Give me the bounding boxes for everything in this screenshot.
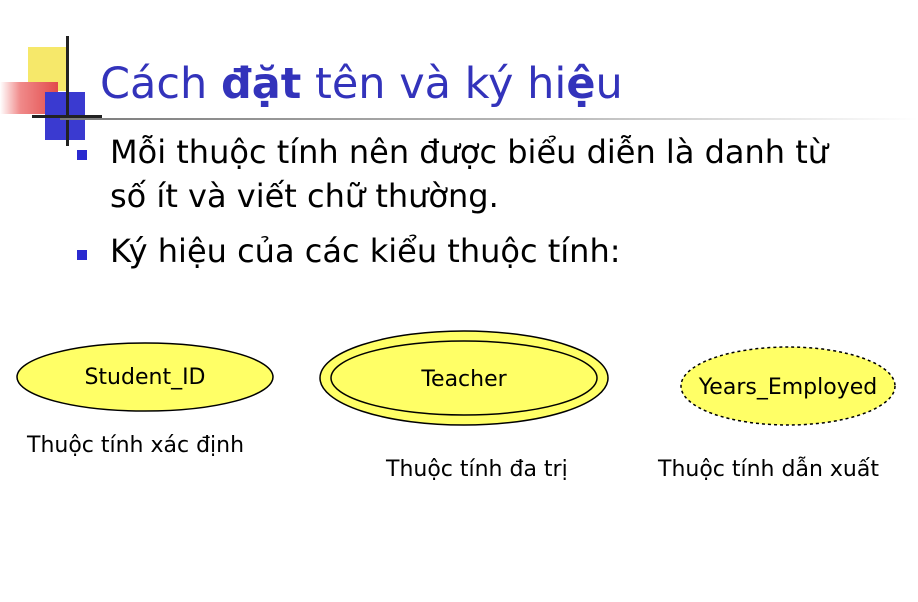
multivalued-attribute-shape: Teacher (319, 330, 609, 426)
multivalued-attribute-label: Teacher (420, 367, 507, 392)
derived-attribute-caption: Thuộc tính dẫn xuất (658, 457, 879, 482)
multivalued-attribute-caption: Thuộc tính đa trị (386, 457, 568, 482)
slide: Cách đặt tên và ký hiệu Mỗi thuộc tính n… (0, 0, 918, 602)
key-attribute-caption: Thuộc tính xác định (27, 433, 245, 458)
attribute-notation-diagram: Student_ID Teacher Years_Employed (16, 330, 896, 426)
derived-attribute-shape: Years_Employed (680, 346, 896, 426)
key-attribute-label: Student_ID (84, 365, 205, 390)
key-attribute-shape: Student_ID (16, 342, 274, 412)
derived-attribute-label: Years_Employed (698, 375, 877, 400)
